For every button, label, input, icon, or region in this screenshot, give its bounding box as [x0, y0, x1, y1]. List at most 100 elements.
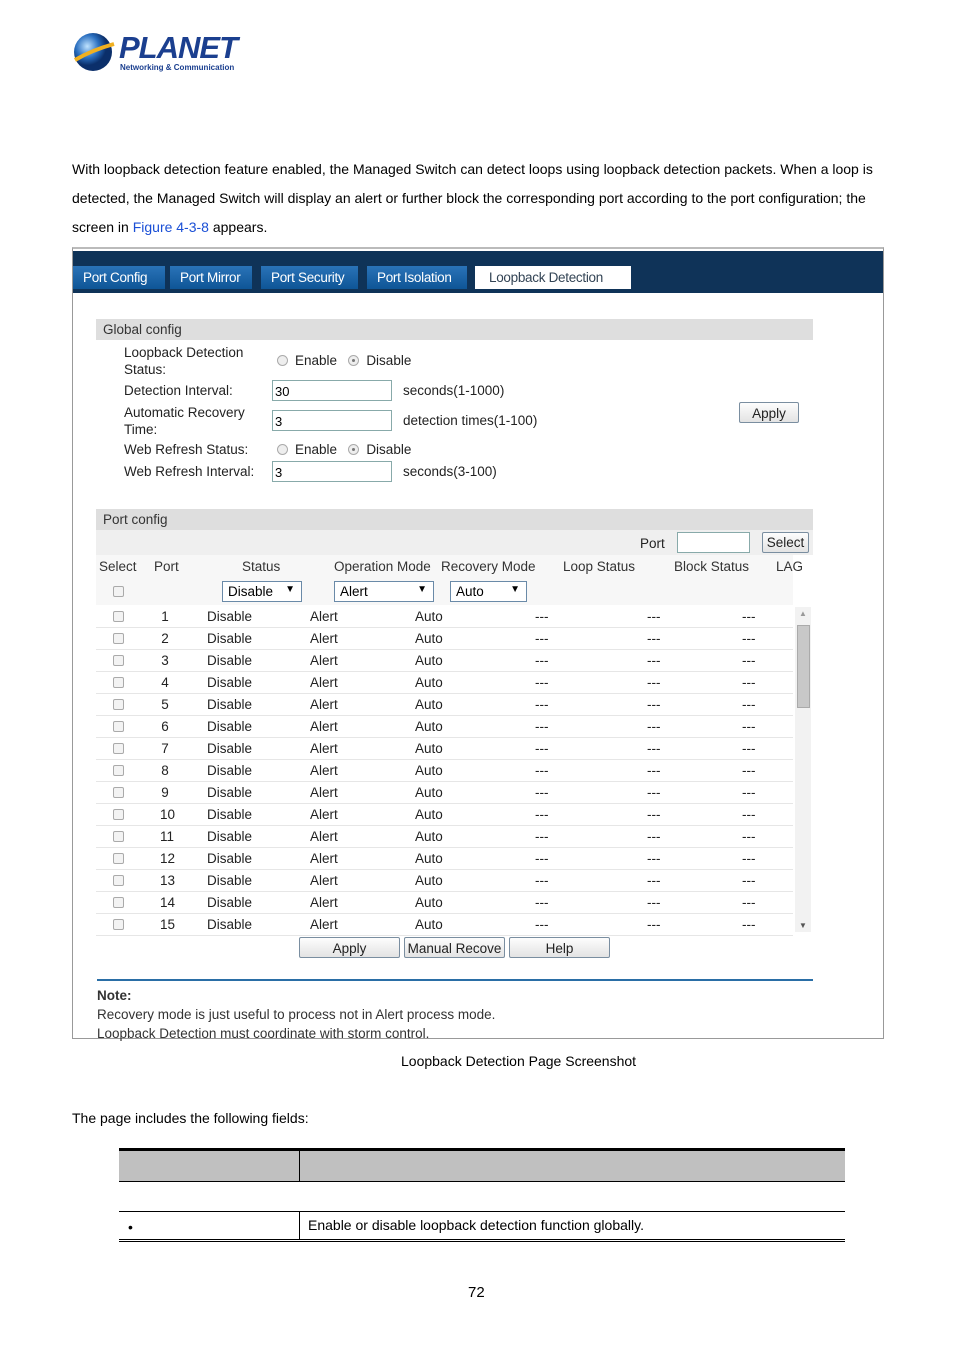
row-lag: ---: [742, 785, 756, 800]
row-loop-status: ---: [535, 917, 549, 932]
globe-icon: [73, 33, 115, 71]
row-checkbox[interactable]: [113, 831, 124, 842]
loop-disable-radio[interactable]: [348, 355, 360, 366]
scroll-up-icon[interactable]: ▲: [799, 609, 807, 618]
col-lag: LAG: [776, 559, 804, 574]
row-lag: ---: [742, 609, 756, 624]
web-disable-radio[interactable]: [348, 444, 360, 455]
tab-port-security[interactable]: Port Security: [261, 266, 358, 289]
row-status: Disable: [207, 917, 253, 932]
row-checkbox[interactable]: [113, 897, 124, 908]
row-block-status: ---: [647, 873, 661, 888]
row-operation: Alert: [310, 829, 338, 844]
row-operation: Alert: [310, 653, 338, 668]
loop-enable-radio[interactable]: [277, 355, 288, 366]
tab-loopback-detection[interactable]: Loopback Detection: [475, 266, 631, 289]
row-status: Disable: [207, 609, 253, 624]
table-row: 6 Disable Alert Auto --- --- ---: [96, 716, 793, 738]
row-block-status: ---: [647, 807, 661, 822]
row-recovery: Auto: [415, 763, 443, 778]
row-status: Disable: [207, 895, 253, 910]
global-apply-button[interactable]: Apply: [739, 402, 799, 423]
scroll-thumb[interactable]: [797, 625, 810, 708]
status-filter-select[interactable]: Disable ▼: [222, 581, 302, 602]
row-loop-status: ---: [535, 895, 549, 910]
row-checkbox[interactable]: [113, 721, 124, 732]
col-operation-mode: Operation Mode: [334, 559, 431, 574]
row-lag: ---: [742, 631, 756, 646]
row-operation: Alert: [310, 807, 338, 822]
port-apply-button[interactable]: Apply: [299, 937, 400, 958]
row-port: 3: [161, 653, 169, 668]
dropdown-arrow-icon: ▼: [417, 584, 427, 595]
global-config-header: Global config: [96, 319, 813, 340]
row-recovery: Auto: [415, 609, 443, 624]
dropdown-arrow-icon: ▼: [510, 584, 520, 595]
row-lag: ---: [742, 895, 756, 910]
port-input[interactable]: [677, 532, 750, 553]
row-block-status: ---: [647, 609, 661, 624]
row-checkbox[interactable]: [113, 699, 124, 710]
row-checkbox[interactable]: [113, 919, 124, 930]
row-loop-status: ---: [535, 873, 549, 888]
figure-link[interactable]: Figure 4-3-8: [133, 219, 209, 235]
row-status: Disable: [207, 763, 253, 778]
table-row: 8 Disable Alert Auto --- --- ---: [96, 760, 793, 782]
tab-port-isolation[interactable]: Port Isolation: [367, 266, 467, 289]
web-status-label: Web Refresh Status:: [124, 442, 249, 457]
row-checkbox[interactable]: [113, 743, 124, 754]
row-checkbox[interactable]: [113, 633, 124, 644]
row-status: Disable: [207, 807, 253, 822]
select-button[interactable]: Select: [762, 532, 809, 553]
web-enable-radio[interactable]: [277, 444, 288, 455]
row-checkbox[interactable]: [113, 853, 124, 864]
web-interval-input[interactable]: 3: [272, 461, 392, 482]
interval-hint: seconds(1-1000): [403, 383, 505, 398]
row-loop-status: ---: [535, 719, 549, 734]
interval-input[interactable]: 30: [272, 380, 392, 401]
port-label: Port: [640, 536, 665, 551]
row-checkbox[interactable]: [113, 765, 124, 776]
row-port: 1: [161, 609, 169, 624]
row-lag: ---: [742, 763, 756, 778]
row-lag: ---: [742, 675, 756, 690]
row-operation: Alert: [310, 675, 338, 690]
table-row: 13 Disable Alert Auto --- --- ---: [96, 870, 793, 892]
tab-port-mirror[interactable]: Port Mirror: [170, 266, 252, 289]
row-port: 8: [161, 763, 169, 778]
fields-intro: The page includes the following fields:: [72, 1110, 309, 1126]
row-block-status: ---: [647, 741, 661, 756]
web-interval-label: Web Refresh Interval:: [124, 464, 255, 479]
row-lag: ---: [742, 873, 756, 888]
recovery-filter-select[interactable]: Auto ▼: [450, 581, 527, 602]
field-description: Enable or disable loopback detection fun…: [308, 1217, 644, 1233]
recovery-input[interactable]: 3: [272, 410, 392, 431]
row-block-status: ---: [647, 653, 661, 668]
row-port: 2: [161, 631, 169, 646]
row-checkbox[interactable]: [113, 787, 124, 798]
row-recovery: Auto: [415, 829, 443, 844]
row-checkbox[interactable]: [113, 875, 124, 886]
row-lag: ---: [742, 829, 756, 844]
select-all-checkbox[interactable]: [113, 586, 124, 597]
row-status: Disable: [207, 829, 253, 844]
row-port: 13: [160, 873, 176, 888]
row-checkbox[interactable]: [113, 611, 124, 622]
row-checkbox[interactable]: [113, 677, 124, 688]
help-button[interactable]: Help: [509, 937, 610, 958]
row-checkbox[interactable]: [113, 655, 124, 666]
row-recovery: Auto: [415, 697, 443, 712]
intro-paragraph: With loopback detection feature enabled,…: [72, 161, 873, 235]
row-status: Disable: [207, 697, 253, 712]
row-status: Disable: [207, 851, 253, 866]
manual-recover-button[interactable]: Manual Recove: [404, 937, 505, 958]
row-status: Disable: [207, 719, 253, 734]
table-row: 3 Disable Alert Auto --- --- ---: [96, 650, 793, 672]
scroll-down-icon[interactable]: ▼: [799, 921, 807, 930]
table-scrollbar[interactable]: ▲ ▼: [795, 607, 811, 932]
row-recovery: Auto: [415, 719, 443, 734]
row-checkbox[interactable]: [113, 809, 124, 820]
operation-filter-select[interactable]: Alert ▼: [334, 581, 434, 602]
tab-port-config[interactable]: Port Config: [73, 266, 165, 289]
row-operation: Alert: [310, 609, 338, 624]
